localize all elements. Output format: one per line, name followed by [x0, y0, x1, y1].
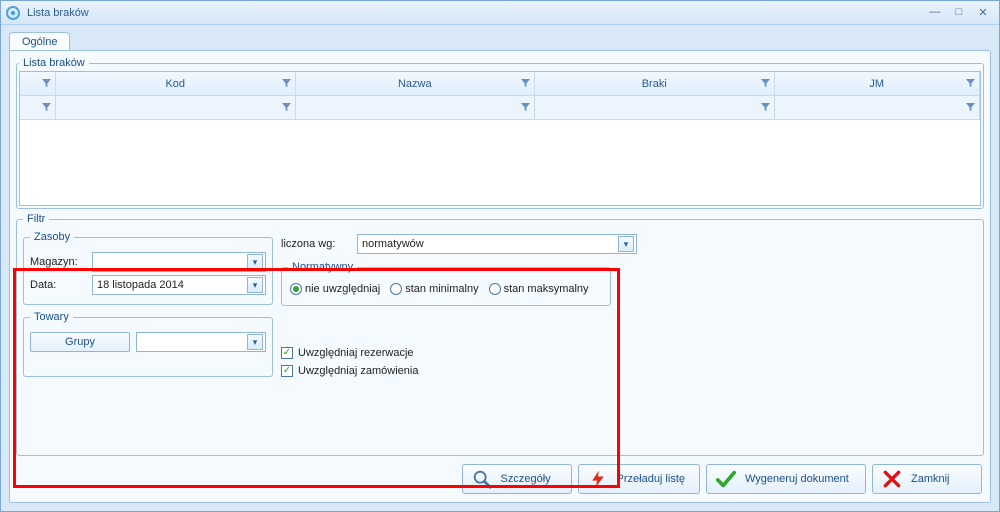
list-groupbox: Lista braków Kod Nazwa [16, 57, 984, 209]
check-orders-label: Uwzględniaj zamówienia [298, 365, 418, 377]
groups-button-label: Grupy [65, 336, 95, 348]
radio-max-label: stan maksymalny [504, 283, 589, 295]
chevron-down-icon[interactable]: ▾ [247, 254, 263, 270]
list-legend: Lista braków [19, 57, 89, 69]
filter-icon[interactable] [521, 79, 530, 88]
filter-icon[interactable] [42, 103, 51, 112]
checkbox-icon [281, 347, 293, 359]
action-bar: Szczegóły Przeładuj listę Wygeneruj doku… [16, 460, 984, 496]
x-icon [881, 468, 903, 490]
reload-label: Przeładuj listę [617, 473, 685, 485]
check-icon [715, 468, 737, 490]
warehouse-select[interactable]: ▾ [92, 252, 266, 272]
app-window: Lista braków — □ ✕ Ogólne Lista braków [0, 0, 1000, 512]
chevron-down-icon[interactable]: ▾ [247, 277, 263, 293]
grid-filter-cell[interactable] [20, 96, 56, 119]
close-button[interactable]: ✕ [975, 6, 991, 19]
date-value: 18 listopada 2014 [97, 279, 247, 291]
goods-groupbox: Towary Grupy ▾ [23, 311, 273, 377]
filter-icon[interactable] [966, 79, 975, 88]
grid-filter-cell[interactable] [775, 96, 981, 119]
close-action-button[interactable]: Zamknij [872, 464, 982, 494]
grid-filter-cell[interactable] [56, 96, 296, 119]
generate-label: Wygeneruj dokument [745, 473, 849, 485]
radio-ignore[interactable]: nie uwzględniaj [290, 283, 380, 295]
col-label: Braki [642, 78, 667, 90]
filter-icon[interactable] [761, 103, 770, 112]
grid-header-selector[interactable] [20, 72, 56, 95]
radio-min-label: stan minimalny [405, 283, 478, 295]
radio-icon [489, 283, 501, 295]
col-label: JM [869, 78, 884, 90]
window-controls: — □ ✕ [927, 6, 995, 19]
radio-icon [290, 283, 302, 295]
check-orders[interactable]: Uwzględniaj zamówienia [281, 365, 977, 377]
resources-groupbox: Zasoby Magazyn: ▾ Data: 18 listopada 20 [23, 231, 273, 305]
magnify-icon [471, 468, 493, 490]
lightning-icon [587, 468, 609, 490]
app-icon [5, 5, 21, 21]
date-select[interactable]: 18 listopada 2014 ▾ [92, 275, 266, 295]
window-title: Lista braków [27, 7, 927, 19]
grid-header-nazwa[interactable]: Nazwa [296, 72, 536, 95]
warehouse-label: Magazyn: [30, 256, 86, 268]
grid-header-row: Kod Nazwa Braki [20, 72, 980, 96]
grid-filter-cell[interactable] [535, 96, 775, 119]
tab-strip: Ogólne [1, 25, 999, 50]
radio-max[interactable]: stan maksymalny [489, 283, 589, 295]
grid-filter-row [20, 96, 980, 120]
generate-button[interactable]: Wygeneruj dokument [706, 464, 866, 494]
tab-general-label: Ogólne [22, 36, 57, 48]
checkbox-icon [281, 365, 293, 377]
grid-header-jm[interactable]: JM [775, 72, 981, 95]
col-label: Kod [165, 78, 185, 90]
details-button[interactable]: Szczegóły [462, 464, 572, 494]
radio-icon [390, 283, 402, 295]
chevron-down-icon[interactable]: ▾ [618, 236, 634, 252]
grid-header-braki[interactable]: Braki [535, 72, 775, 95]
filter-groupbox: Filtr Zasoby Magazyn: ▾ Data: [16, 213, 984, 456]
reload-button[interactable]: Przeładuj listę [578, 464, 700, 494]
grid-header-kod[interactable]: Kod [56, 72, 296, 95]
filter-icon[interactable] [966, 103, 975, 112]
maximize-button[interactable]: □ [951, 6, 967, 19]
details-label: Szczegóły [501, 473, 551, 485]
norm-legend: Normatywny [288, 261, 357, 273]
group-select[interactable]: ▾ [136, 332, 266, 352]
radio-ignore-label: nie uwzględniaj [305, 283, 380, 295]
date-label: Data: [30, 279, 86, 291]
filter-icon[interactable] [521, 103, 530, 112]
col-label: Nazwa [398, 78, 432, 90]
filter-icon[interactable] [282, 79, 291, 88]
grid-body [20, 120, 980, 205]
tab-general[interactable]: Ogólne [9, 32, 70, 51]
groups-button[interactable]: Grupy [30, 332, 130, 352]
goods-legend: Towary [30, 311, 73, 323]
titlebar: Lista braków — □ ✕ [1, 1, 999, 25]
norm-groupbox: Normatywny nie uwzględniaj stan minimaln… [281, 261, 611, 306]
check-reservations-label: Uwzględniaj rezerwacje [298, 347, 414, 359]
calc-label: liczona wg: [281, 238, 351, 250]
close-label: Zamknij [911, 473, 950, 485]
radio-min[interactable]: stan minimalny [390, 283, 478, 295]
minimize-button[interactable]: — [927, 6, 943, 19]
filter-legend: Filtr [23, 213, 49, 225]
filter-icon[interactable] [761, 79, 770, 88]
resources-legend: Zasoby [30, 231, 74, 243]
filter-icon[interactable] [282, 103, 291, 112]
grid-filter-cell[interactable] [296, 96, 536, 119]
calc-select[interactable]: normatywów ▾ [357, 234, 637, 254]
client-area: Lista braków Kod Nazwa [9, 50, 991, 503]
check-reservations[interactable]: Uwzględniaj rezerwacje [281, 347, 977, 359]
filter-icon[interactable] [42, 79, 51, 88]
chevron-down-icon[interactable]: ▾ [247, 334, 263, 350]
calc-value: normatywów [362, 238, 618, 250]
shortage-grid: Kod Nazwa Braki [19, 71, 981, 206]
